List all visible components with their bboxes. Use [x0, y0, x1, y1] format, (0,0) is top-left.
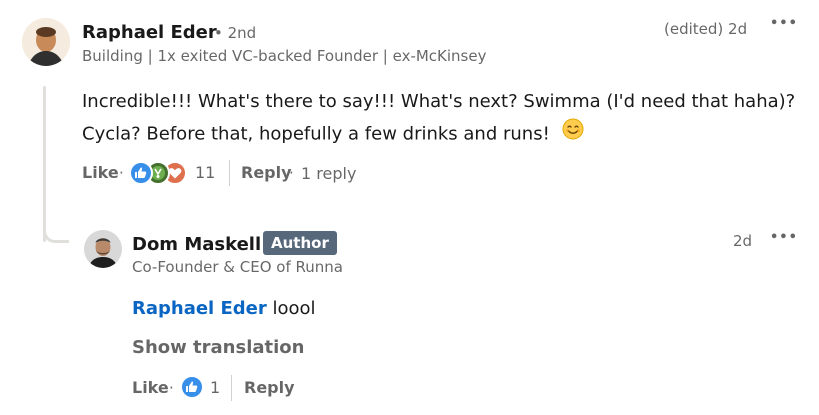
- more-options-icon[interactable]: •••: [770, 16, 798, 31]
- comment-text-line: Incredible!!! What's there to say!!! Wha…: [82, 91, 796, 112]
- action-divider: [231, 375, 232, 401]
- reaction-count[interactable]: 11: [195, 163, 215, 182]
- comment-text-line: Cycla? Before that, hopefully a few drin…: [82, 118, 812, 151]
- avatar[interactable]: [84, 230, 122, 268]
- reply-button[interactable]: Reply: [244, 378, 295, 397]
- comment-text: Incredible!!! What's there to say!!! Wha…: [82, 86, 812, 151]
- like-button[interactable]: Like: [82, 163, 119, 182]
- avatar-image: [22, 18, 70, 66]
- reply-author-name[interactable]: Dom Maskell: [132, 234, 261, 255]
- reaction-count[interactable]: 1: [210, 378, 220, 397]
- separator-dot: ·: [169, 379, 174, 397]
- reply-text: Raphael Eder loool: [132, 293, 316, 325]
- action-divider: [229, 160, 230, 186]
- thread-line: [43, 86, 46, 242]
- smiling-face-emoji-icon: [562, 118, 584, 151]
- thread-connector: [43, 222, 69, 243]
- comment-timestamp: (edited) 2d: [664, 20, 748, 38]
- like-button[interactable]: Like: [132, 378, 169, 397]
- avatar-image: [84, 230, 122, 268]
- author-badge: Author: [263, 231, 337, 255]
- connection-degree: • 2nd: [214, 24, 257, 42]
- show-translation-button[interactable]: Show translation: [132, 337, 304, 358]
- comment-author-headline: Building | 1x exited VC-backed Founder |…: [82, 47, 487, 65]
- comment-text-fragment: Cycla? Before that, hopefully a few drin…: [82, 123, 550, 145]
- reply-button[interactable]: Reply: [241, 163, 292, 182]
- avatar[interactable]: [22, 18, 70, 66]
- reply-author-headline: Co-Founder & CEO of Runna: [132, 258, 343, 276]
- like-reaction-icon[interactable]: [180, 375, 204, 399]
- like-reaction-icon[interactable]: [129, 161, 153, 185]
- comment-author-name[interactable]: Raphael Eder: [82, 22, 217, 43]
- more-options-icon[interactable]: •••: [770, 230, 798, 245]
- reply-timestamp: 2d: [733, 232, 753, 250]
- separator-dot: ·: [119, 164, 124, 182]
- reply-count-link[interactable]: 1 reply: [301, 164, 356, 183]
- separator-dot: ·: [289, 164, 294, 182]
- reply-text-fragment: loool: [272, 298, 316, 319]
- mention-link[interactable]: Raphael Eder: [132, 298, 267, 319]
